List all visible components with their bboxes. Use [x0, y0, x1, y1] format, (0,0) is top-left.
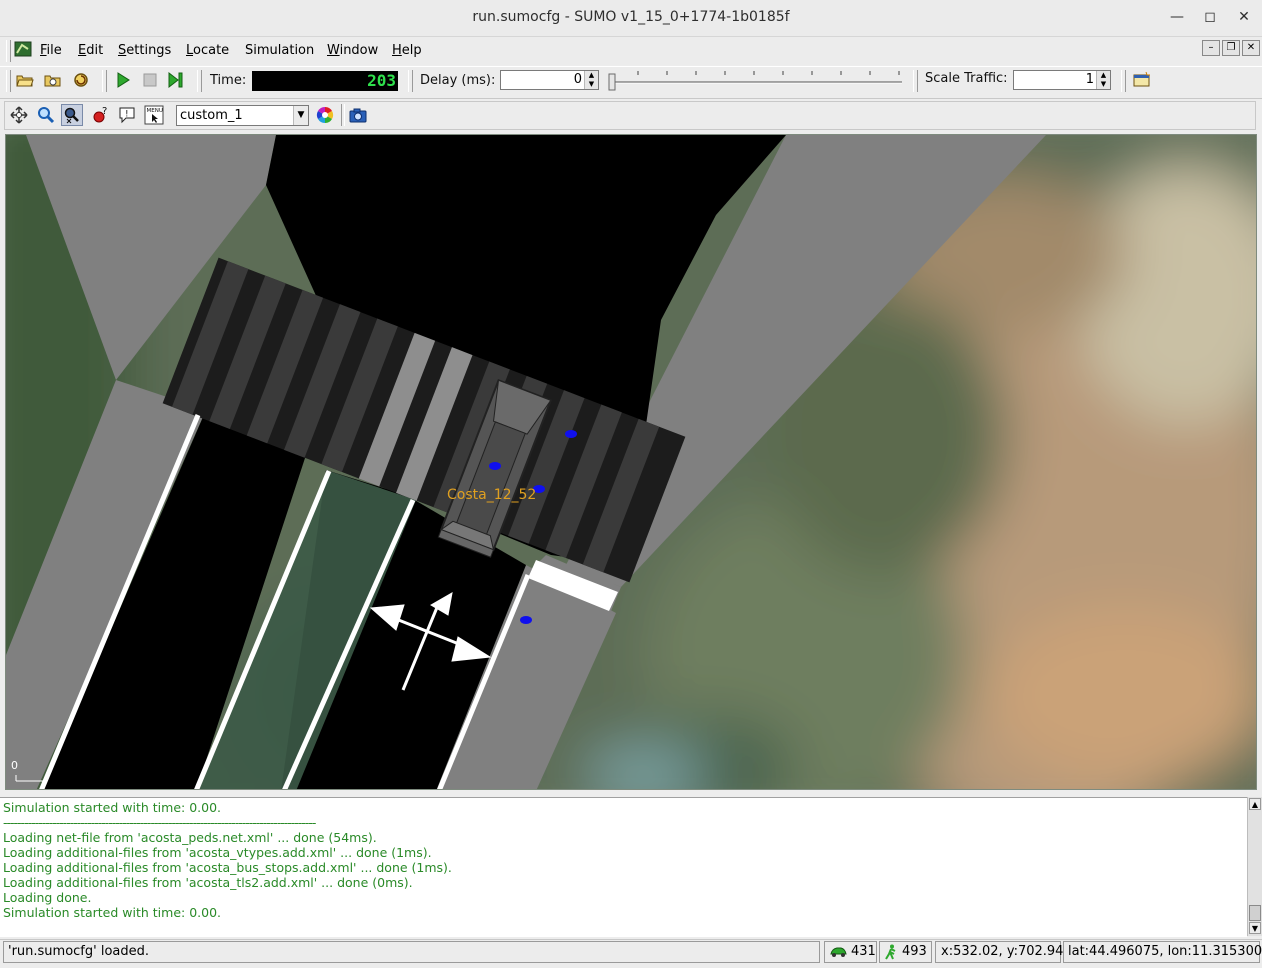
person-count-value: 493	[902, 944, 927, 959]
stop-simulation-icon[interactable]	[139, 69, 161, 91]
message-line: Loading additional-files from 'acosta_tl…	[3, 875, 413, 890]
message-line: Loading additional-files from 'acosta_vt…	[3, 845, 432, 860]
message-line: Simulation started with time: 0.00.	[3, 800, 221, 815]
delay-slider[interactable]	[608, 70, 904, 92]
scroll-down-icon[interactable]: ▼	[1249, 922, 1261, 934]
toolbar-grip	[6, 70, 11, 92]
vehicle-count-value: 431	[851, 944, 876, 959]
toolbar-separator	[341, 104, 345, 126]
toolbar-grip	[913, 70, 918, 92]
select-junction-icon[interactable]: ?	[89, 104, 111, 126]
scale-traffic-value: 1	[1085, 72, 1094, 87]
menu-window[interactable]: Window	[327, 43, 378, 58]
spinner-arrows-icon[interactable]: ▲ ▼	[1096, 71, 1110, 89]
svg-text:MENU: MENU	[147, 108, 163, 114]
menu-simulation[interactable]: Simulation	[245, 43, 314, 58]
spinner-arrows-icon[interactable]: ▲ ▼	[584, 71, 598, 89]
svg-text:!: !	[125, 110, 129, 120]
cursor-geo-position: lat:44.496075, lon:11.315300	[1063, 941, 1262, 963]
time-display: 203	[252, 71, 398, 91]
run-simulation-icon[interactable]	[112, 69, 134, 91]
toolbar-grip	[408, 70, 413, 92]
car-icon	[830, 947, 847, 957]
menubar-grip	[6, 40, 11, 62]
maximize-icon[interactable]: ◻	[1199, 6, 1221, 28]
vehicle-count: 431	[824, 941, 877, 963]
toolbar-grip	[197, 70, 202, 92]
delay-label: Delay (ms):	[420, 73, 496, 88]
message-line: Loading net-file from 'acosta_peds.net.x…	[3, 830, 377, 845]
close-icon[interactable]: ✕	[1233, 6, 1255, 28]
scale-traffic-label: Scale Traffic:	[925, 71, 1008, 86]
message-separator: ----------------------------------------…	[3, 815, 316, 830]
time-label: Time:	[210, 73, 247, 88]
delay-value: 0	[573, 72, 582, 87]
zoom-icon[interactable]	[35, 104, 57, 126]
message-line: Simulation started with time: 0.00.	[3, 905, 221, 920]
step-simulation-icon[interactable]	[165, 69, 187, 91]
toolbar-grip	[1121, 70, 1126, 92]
status-text: 'run.sumocfg' loaded.	[3, 941, 820, 963]
menu-edit[interactable]: Edit	[78, 43, 103, 58]
pedestrian-marker[interactable]	[520, 616, 532, 624]
reload-icon[interactable]	[70, 69, 92, 91]
pedestrian-marker[interactable]	[489, 462, 501, 470]
cursor-position: x:532.02, y:702.94	[935, 941, 1063, 963]
locate-icon[interactable]	[61, 104, 83, 126]
pedestrian-marker[interactable]	[565, 430, 577, 438]
scroll-up-icon[interactable]: ▲	[1249, 798, 1261, 810]
menu-locate[interactable]: Locate	[186, 43, 229, 58]
message-window[interactable]: Simulation started with time: 0.00. ----…	[0, 797, 1247, 937]
open-config-icon[interactable]	[14, 69, 36, 91]
toggle-menu-icon[interactable]: MENU	[143, 104, 165, 126]
new-view-icon[interactable]	[1131, 69, 1153, 91]
color-scheme-select[interactable]: custom_1 ▼	[176, 105, 309, 126]
mdi-close-icon[interactable]: ✕	[1242, 40, 1260, 56]
edit-coloring-icon[interactable]	[314, 104, 336, 126]
show-tooltips-icon[interactable]: !	[116, 104, 138, 126]
scroll-thumb[interactable]	[1249, 905, 1261, 921]
menu-help[interactable]: Help	[392, 43, 422, 58]
menu-settings[interactable]: Settings	[118, 43, 171, 58]
toolbar-grip	[102, 70, 107, 92]
minimize-icon[interactable]: —	[1166, 6, 1188, 28]
recenter-view-icon[interactable]	[8, 104, 30, 126]
window-title: run.sumocfg - SUMO v1_15_0+1774-1b0185f	[472, 9, 790, 25]
delay-spinner[interactable]: 0 ▲ ▼	[500, 70, 599, 90]
mdi-restore-icon[interactable]: ❐	[1222, 40, 1240, 56]
menu-file[interactable]: File	[40, 43, 62, 58]
menu-bar: File Edit Settings Locate Simulation Win…	[0, 37, 1262, 65]
person-count: 493	[879, 941, 932, 963]
open-network-icon[interactable]	[42, 69, 64, 91]
message-line: Loading additional-files from 'acosta_bu…	[3, 860, 452, 875]
scale-traffic-spinner[interactable]: 1 ▲ ▼	[1013, 70, 1111, 90]
message-scrollbar[interactable]: ▲ ▼	[1247, 797, 1262, 936]
svg-text:?: ?	[102, 106, 107, 117]
simulation-view[interactable]: Costa_12_52 0	[5, 134, 1257, 790]
color-scheme-value: custom_1	[180, 108, 243, 123]
vehicle-label: Costa_12_52	[447, 487, 536, 503]
sumo-app-icon[interactable]	[14, 41, 32, 57]
message-line: Loading done.	[3, 890, 92, 905]
mdi-minimize-icon[interactable]: –	[1202, 40, 1220, 56]
scale-origin-label: 0	[11, 759, 18, 772]
pedestrian-icon	[885, 944, 896, 960]
title-bar: run.sumocfg - SUMO v1_15_0+1774-1b0185f …	[0, 0, 1262, 37]
chevron-down-icon[interactable]: ▼	[293, 106, 308, 125]
screenshot-icon[interactable]	[347, 104, 369, 126]
